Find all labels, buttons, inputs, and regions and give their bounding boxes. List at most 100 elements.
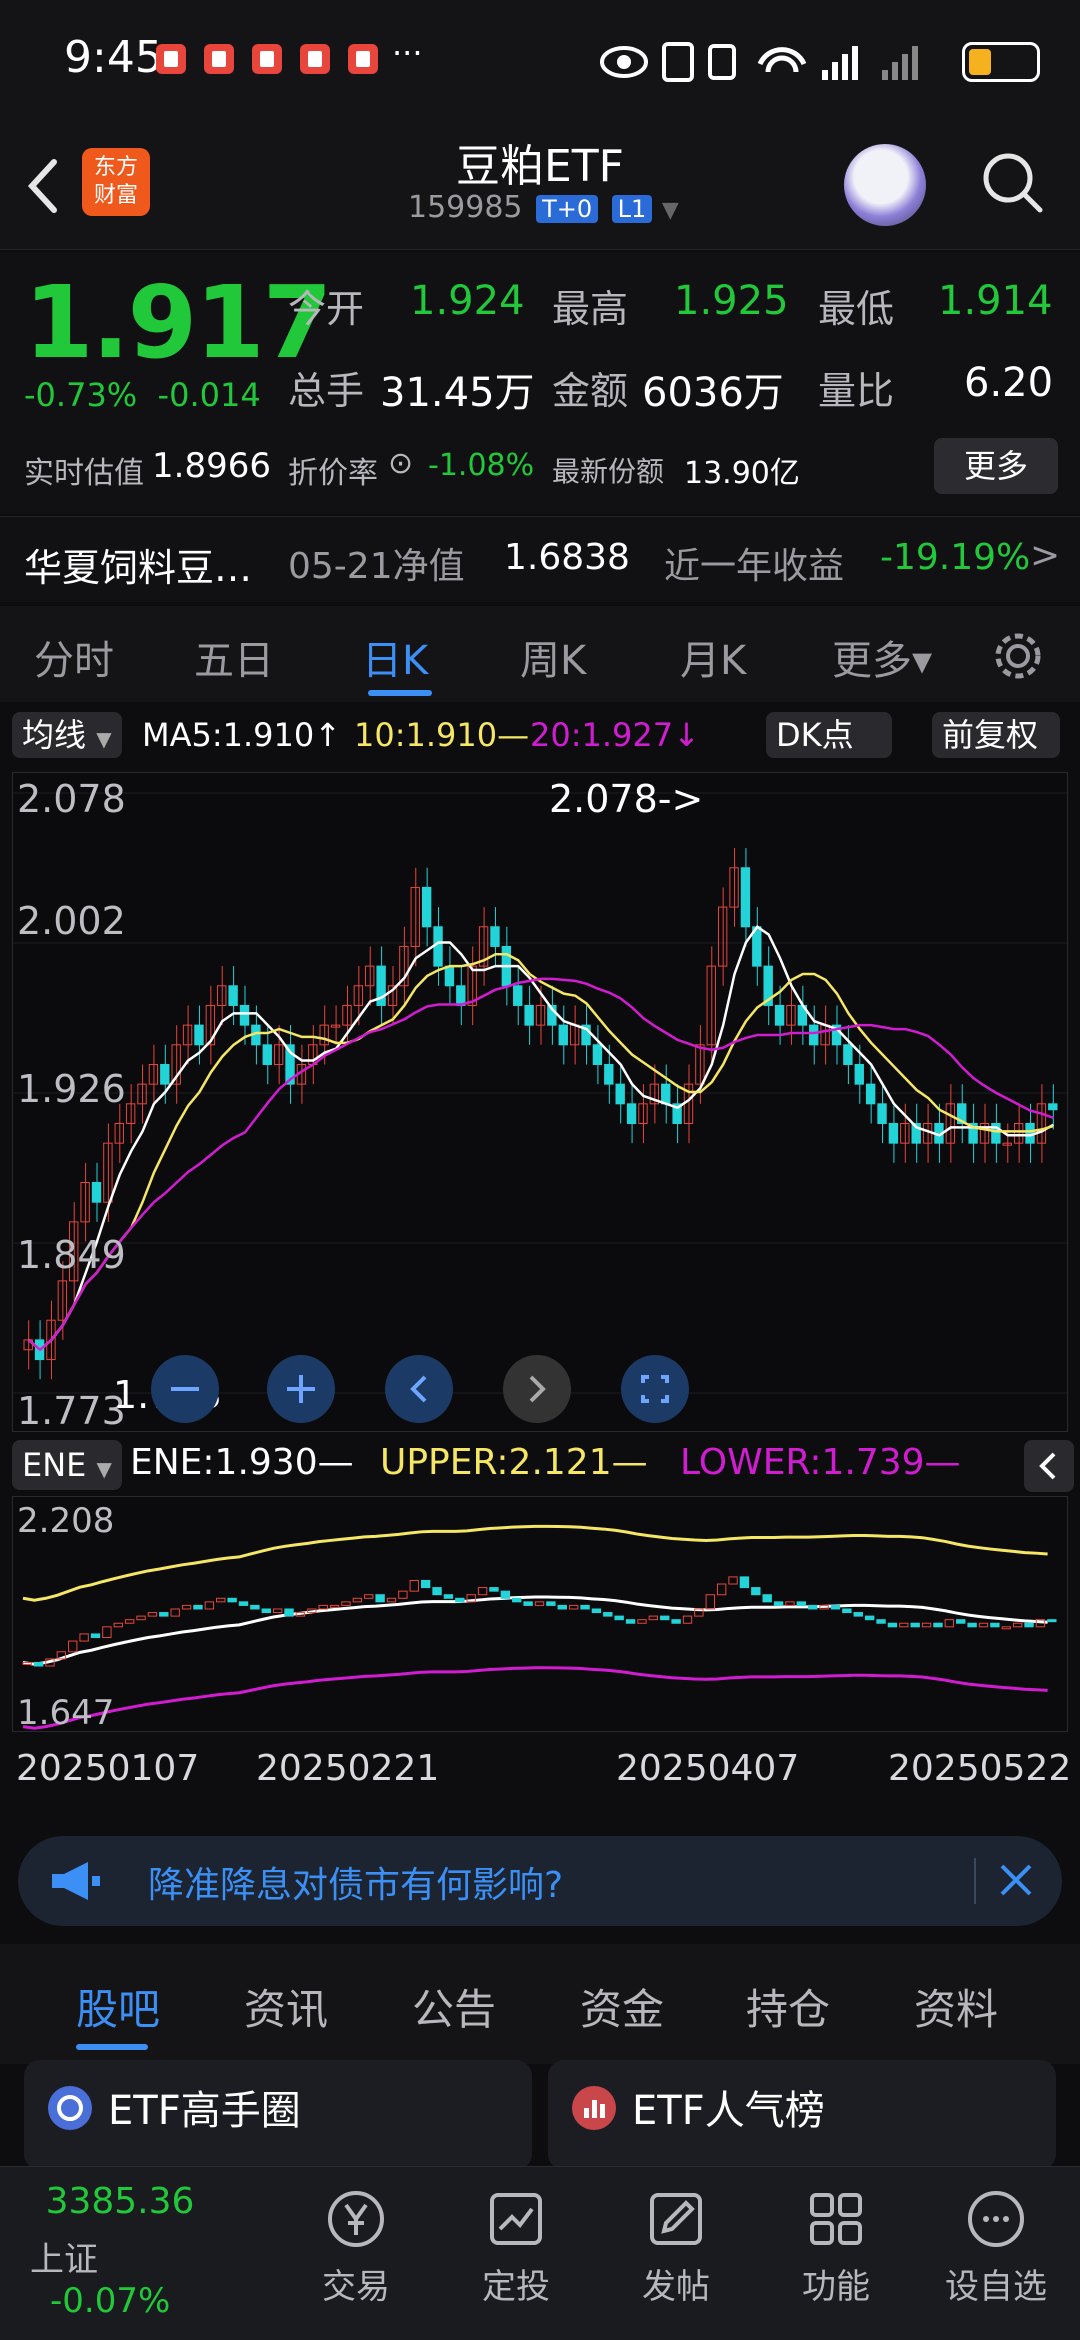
tab-news[interactable]: 资讯	[244, 1976, 328, 2037]
ene-candle	[272, 1608, 283, 1614]
tab-holdings[interactable]: 持仓	[746, 1976, 830, 2037]
ene-candle	[489, 1587, 499, 1592]
ene-candle	[1001, 1626, 1011, 1630]
circle-logo-icon	[48, 2086, 92, 2130]
ma-selector[interactable]: 均线 ▼	[12, 712, 122, 758]
notification-icon	[156, 44, 186, 74]
dropdown-icon[interactable]: ▼	[662, 198, 679, 223]
candle	[524, 1004, 534, 1026]
ene-candle	[796, 1601, 807, 1606]
news-banner[interactable]: 降准降息对债市有何影响?	[18, 1836, 1062, 1926]
ene-candle	[716, 1583, 727, 1596]
tab-five-day[interactable]: 五日	[194, 628, 274, 686]
etf-ranking-card[interactable]: ETF人气榜	[548, 2060, 1056, 2170]
close-icon[interactable]	[996, 1860, 1036, 1900]
ene-candle	[682, 1615, 693, 1624]
nav-add-watchlist[interactable]: 设自选	[936, 2187, 1056, 2308]
ene-candle	[637, 1619, 647, 1624]
candle	[615, 1083, 625, 1105]
tab-more[interactable]: 更多▾	[832, 628, 932, 686]
low-value: 1.914	[938, 278, 1053, 324]
ene-candle	[853, 1612, 863, 1617]
candle	[262, 1044, 272, 1065]
collapse-icon[interactable]	[1024, 1440, 1074, 1492]
quote-panel: 1.917 -0.73% -0.014 今开 1.924 最高 1.925 最低…	[0, 252, 1080, 514]
ene-candle	[284, 1608, 294, 1617]
zoom-out-button[interactable]	[149, 1353, 221, 1425]
nav-trade[interactable]: 交易	[296, 2187, 416, 2308]
nav-functions[interactable]: 功能	[776, 2187, 896, 2308]
candle	[91, 1182, 102, 1203]
ene-candle	[90, 1633, 101, 1638]
nav-invest[interactable]: 定投	[456, 2187, 576, 2308]
ene-candle	[250, 1604, 260, 1610]
index-widget[interactable]: 3385.36 上证 -0.07%	[30, 2181, 210, 2321]
tab-profile[interactable]: 资料	[914, 1976, 998, 2037]
ene-candle	[603, 1612, 613, 1617]
more-button[interactable]: 更多	[934, 438, 1058, 494]
x-tick-label: 20250522	[888, 1748, 1072, 1789]
return-value: -19.19%	[880, 537, 1031, 578]
settings-gear-icon[interactable]	[990, 628, 1046, 684]
robot-avatar-icon[interactable]	[844, 144, 926, 226]
ene-candle	[79, 1633, 89, 1642]
card-title: ETF高手圈	[108, 2088, 301, 2134]
nav-label: 05-21净值	[288, 546, 465, 587]
ene-candle	[842, 1608, 852, 1614]
ene-candle	[910, 1622, 920, 1628]
ene-candle	[751, 1587, 761, 1596]
open-value: 1.924	[410, 278, 525, 324]
ene-candle	[762, 1594, 772, 1603]
etf-expert-card[interactable]: ETF高手圈	[24, 2060, 532, 2170]
zoom-in-button[interactable]	[265, 1353, 337, 1425]
ene-candle	[956, 1619, 966, 1624]
nav-post[interactable]: 发帖	[616, 2187, 736, 2308]
nav-value: 1.6838	[504, 537, 630, 578]
ene-candle	[204, 1601, 215, 1610]
ene-bar: ENE ▼ ENE:1.930— UPPER:2.121— LOWER:1.73…	[0, 1436, 1080, 1496]
ene-chart[interactable]: 2.208 1.647	[12, 1496, 1068, 1733]
fund-info-row[interactable]: 华夏饲料豆… 05-21净值 1.6838 近一年收益 -19.19% >	[0, 516, 1080, 602]
tab-forum[interactable]: 股吧	[76, 1976, 160, 2037]
y-tick-label: 2.002	[17, 899, 126, 943]
price-change: -0.73% -0.014	[24, 376, 261, 414]
ene-candle	[614, 1615, 624, 1621]
lower-value: LOWER:1.739—	[680, 1442, 961, 1483]
l1-badge: L1	[611, 195, 653, 223]
ene-candle	[386, 1597, 397, 1603]
candle	[513, 985, 523, 1006]
candle	[888, 1122, 899, 1144]
ene-candle	[398, 1590, 408, 1599]
tab-monthly-k[interactable]: 月K	[680, 628, 746, 686]
candle	[490, 926, 500, 947]
tab-capital[interactable]: 资金	[580, 1976, 664, 2037]
ene-candle	[375, 1594, 385, 1603]
tab-daily-k[interactable]: 日K	[362, 628, 428, 686]
expand-button[interactable]	[619, 1353, 691, 1425]
ene-candle	[568, 1604, 579, 1610]
ene-candle	[944, 1619, 955, 1628]
high-label: 最高	[552, 287, 629, 331]
x-tick-label: 20250407	[616, 1748, 800, 1789]
candle	[604, 1063, 614, 1085]
tab-announcements[interactable]: 公告	[412, 1976, 496, 2037]
scroll-left-button[interactable]	[383, 1353, 455, 1425]
search-icon[interactable]	[980, 150, 1044, 214]
ene-value: ENE:1.930—	[130, 1442, 354, 1483]
dk-points-button[interactable]: DK点	[766, 712, 892, 758]
ene-line	[22, 1524, 1048, 1602]
adjust-price-button[interactable]: 前复权	[932, 712, 1060, 758]
tab-weekly-k[interactable]: 周K	[520, 628, 586, 686]
scroll-right-button[interactable]	[501, 1353, 573, 1425]
ene-selector[interactable]: ENE ▼	[12, 1440, 122, 1490]
ene-candle	[420, 1579, 431, 1589]
edit-icon	[650, 2193, 702, 2245]
tab-intraday[interactable]: 分时	[34, 628, 114, 686]
ene-candle	[1047, 1619, 1057, 1623]
ene-candle	[432, 1587, 442, 1596]
kline-chart[interactable]: 2.078 2.002 1.926 1.849 1.773 2.078-> 1.…	[12, 772, 1069, 1433]
ene-candle	[329, 1604, 340, 1608]
ene-candle	[967, 1622, 977, 1628]
info-icon[interactable]: ⊙	[388, 446, 413, 481]
fund-name: 华夏饲料豆…	[24, 546, 253, 590]
